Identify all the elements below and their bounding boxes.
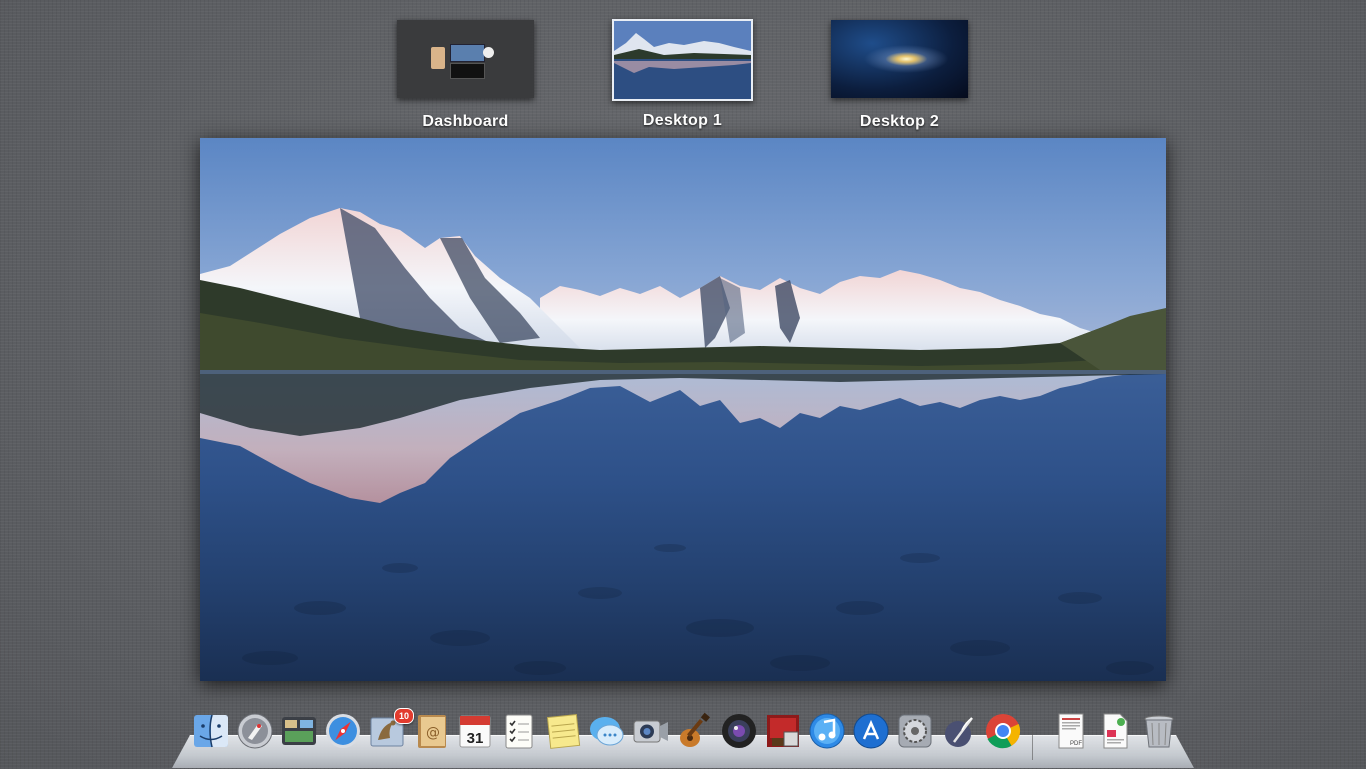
space-desktop-2[interactable]: Desktop 2: [831, 20, 968, 130]
dock-item-itunes[interactable]: [808, 712, 848, 754]
chrome-icon: [986, 714, 1021, 749]
dashboard-thumbnail[interactable]: [397, 20, 534, 98]
quill-icon: [945, 717, 973, 747]
pdf-label: PDF: [1070, 741, 1082, 747]
dock-item-garageband[interactable]: [676, 712, 716, 754]
dock-item-chrome[interactable]: [984, 712, 1024, 754]
dock-item-app-store[interactable]: [852, 712, 892, 754]
space-label: Desktop 2: [859, 113, 940, 130]
space-dashboard[interactable]: Dashboard: [397, 20, 534, 130]
messages-icon: [590, 717, 624, 746]
calendar-icon: 31: [459, 715, 491, 748]
mountain-lake-thumbnail[interactable]: [612, 19, 753, 101]
notes-icon: [546, 713, 581, 749]
clock-widget-icon: [483, 47, 494, 58]
trash-icon: [1144, 715, 1174, 748]
dock-item-safari[interactable]: [324, 712, 364, 754]
dock-item-contacts[interactable]: @: [412, 712, 452, 754]
calculator-widget-icon: [431, 47, 445, 69]
dock-item-pdf[interactable]: PDF: [1052, 712, 1092, 754]
app-store-icon: [853, 713, 889, 749]
svg-text:@: @: [426, 725, 440, 741]
dock-item-photo-booth[interactable]: [720, 712, 760, 754]
mail-badge: 10: [394, 708, 414, 724]
dock-item-system-preferences[interactable]: [896, 712, 936, 754]
safari-icon: [326, 714, 360, 748]
finder-icon: [194, 714, 228, 748]
space-desktop-1[interactable]: Desktop 1: [612, 19, 753, 129]
dock-divider: [1032, 720, 1033, 760]
desktop-preview[interactable]: [200, 138, 1166, 681]
dock-item-launchpad[interactable]: [236, 712, 276, 754]
garageband-icon: [680, 712, 710, 747]
contacts-icon: @: [418, 715, 446, 748]
dock-item-mission-control[interactable]: [280, 712, 320, 754]
tiles-widget-icon: [450, 63, 485, 79]
galaxy-thumbnail[interactable]: [831, 20, 968, 98]
dock-item-messages[interactable]: [588, 712, 628, 754]
reminders-icon: [505, 714, 533, 749]
dock: 10 @ 31 PDF: [190, 708, 1180, 762]
dock-item-document[interactable]: [1096, 712, 1136, 754]
dock-item-trash[interactable]: [1140, 712, 1180, 754]
dock-item-facetime[interactable]: [632, 712, 672, 754]
dock-item-notes[interactable]: [544, 712, 584, 754]
dock-item-preview[interactable]: [940, 712, 980, 754]
mission-control-icon: [282, 717, 316, 745]
dock-item-mail[interactable]: 10: [368, 708, 414, 754]
space-label: Dashboard: [422, 113, 509, 130]
document-icon: [1103, 713, 1128, 749]
dock-item-reminders[interactable]: [500, 712, 540, 754]
itunes-icon: [809, 713, 845, 749]
calendar-date: 31: [467, 730, 484, 747]
photo-booth-icon: [722, 714, 756, 748]
system-preferences-icon: [898, 714, 932, 748]
movie-theater-icon: [767, 715, 799, 747]
dock-item-calendar[interactable]: 31: [456, 712, 496, 754]
wallpaper-mountain-lake: [200, 138, 1166, 681]
launchpad-icon: [237, 713, 273, 749]
facetime-icon: [633, 720, 668, 743]
dock-item-finder[interactable]: [192, 712, 232, 754]
calendar-widget-icon: [450, 44, 485, 62]
space-label: Desktop 1: [642, 112, 723, 129]
dock-item-movie-theater[interactable]: [764, 712, 804, 754]
pdf-document-icon: PDF: [1058, 713, 1084, 749]
